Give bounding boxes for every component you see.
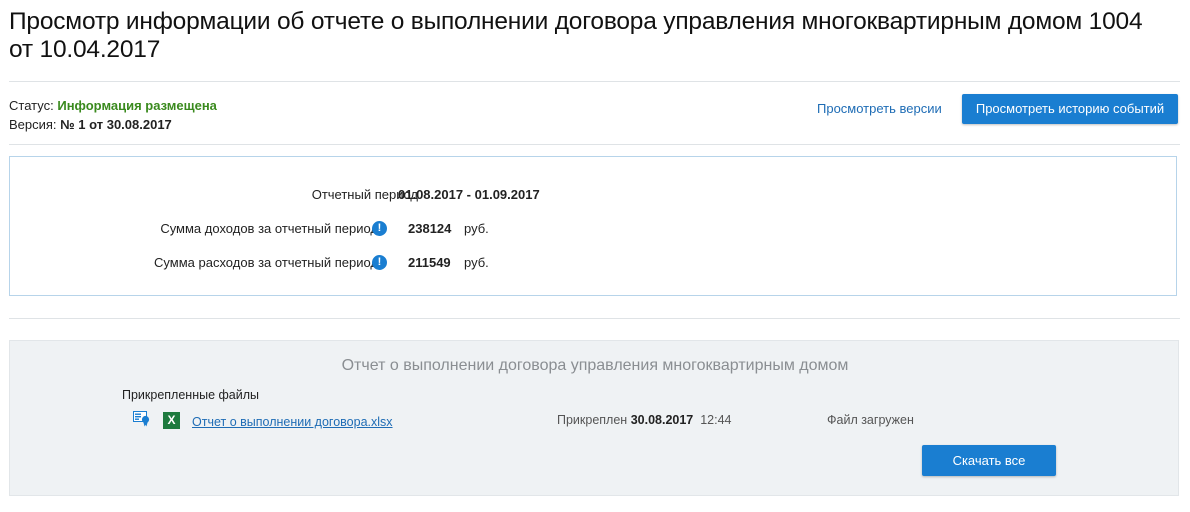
report-row-value: 01.08.2017 - 01.09.2017 xyxy=(398,187,540,202)
info-icon[interactable]: ! xyxy=(372,255,387,270)
report-info-box: Отчетный период 01.08.2017 - 01.09.2017 … xyxy=(9,156,1177,296)
version-line: Версия: № 1 от 30.08.2017 xyxy=(9,115,217,134)
attached-files-panel: Отчет о выполнении договора управления м… xyxy=(9,340,1179,496)
attached-files-label: Прикрепленные файлы xyxy=(122,388,260,402)
status-block: Статус: Информация размещена Версия: № 1… xyxy=(9,96,217,134)
report-row-unit: руб. xyxy=(464,221,489,236)
report-row-unit: руб. xyxy=(464,255,489,270)
view-versions-link[interactable]: Просмотреть версии xyxy=(817,101,942,116)
file-attached-info: Прикреплен 30.08.2017 12:44 xyxy=(557,413,732,427)
divider-status xyxy=(9,144,1180,145)
report-row-label: Сумма доходов за отчетный период xyxy=(160,221,378,236)
download-all-button[interactable]: Скачать все xyxy=(922,445,1056,476)
panel-title: Отчет о выполнении договора управления м… xyxy=(341,357,849,374)
view-history-button[interactable]: Просмотреть историю событий xyxy=(962,94,1178,124)
report-row-period: Отчетный период 01.08.2017 - 01.09.2017 xyxy=(10,187,1178,207)
report-row-expenses: Сумма расходов за отчетный период ! 2115… xyxy=(10,255,1178,275)
file-download-link[interactable]: Отчет о выполнении договора.xlsx xyxy=(192,415,393,429)
version-label: Версия: xyxy=(9,117,57,132)
page-title: Просмотр информации об отчете о выполнен… xyxy=(9,8,1143,63)
attached-label: Прикреплен xyxy=(557,413,628,427)
certificate-icon[interactable] xyxy=(133,411,151,427)
status-value: Информация размещена xyxy=(57,98,217,113)
file-status: Файл загружен xyxy=(827,413,914,427)
version-value: № 1 от 30.08.2017 xyxy=(60,117,172,132)
excel-file-icon: X xyxy=(163,412,180,429)
report-row-label: Сумма расходов за отчетный период xyxy=(154,255,378,270)
attached-time: 12:44 xyxy=(700,413,732,427)
attached-date: 30.08.2017 xyxy=(630,413,694,427)
divider-bottom xyxy=(9,318,1180,319)
status-line: Статус: Информация размещена xyxy=(9,96,217,115)
divider-top xyxy=(9,81,1180,82)
report-row-income: Сумма доходов за отчетный период ! 23812… xyxy=(10,221,1178,241)
status-label: Статус: xyxy=(9,98,54,113)
info-icon[interactable]: ! xyxy=(372,221,387,236)
report-row-value: 238124 xyxy=(408,221,452,236)
report-row-value: 211549 xyxy=(408,255,451,270)
certificate-icon-svg xyxy=(133,411,150,427)
